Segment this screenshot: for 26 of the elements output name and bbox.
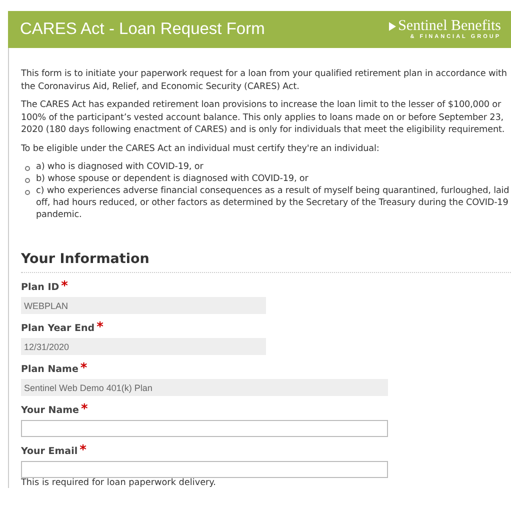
list-item: b) whose spouse or dependent is diagnosed with COVID-19, or xyxy=(36,173,308,185)
field-label: Your Email xyxy=(21,446,78,457)
paragraph: To be eligible under the CARES Act an individual must certify they're an individual: xyxy=(21,142,380,155)
bullet-icon xyxy=(25,166,30,171)
list-item: a) who is diagnosed with COVID-19, or xyxy=(36,161,204,173)
form-title: CARES Act - Loan Request Form xyxy=(20,20,265,39)
required-mark: * xyxy=(81,405,88,415)
paragraph: The CARES Act has expanded retirement loan provisions to increase the loan limit to the lesser of $100,000 or 100% of the participant’s vested account balance. This only applies to loans made on or before September 23, 2020 (180 days following enactment of CARES) and is only for individuals that meet the eligibility requirement. xyxy=(21,99,506,136)
section-heading: Your Information xyxy=(21,251,511,273)
bullet-icon xyxy=(25,178,30,183)
field-label: Plan ID xyxy=(21,282,60,293)
required-mark: * xyxy=(80,446,86,456)
input-field[interactable] xyxy=(21,461,388,478)
paragraph: This form is to initiate your paperwork request for a loan from your qualified retirement plan in accordance with the Coronavirus Aid, Relief, and Economic Security (CARES) Act. xyxy=(21,68,508,93)
field-label: Plan Year End xyxy=(21,323,95,334)
required-mark: * xyxy=(80,364,88,374)
list-item: c) who experiences adverse financial consequences as a result of myself being quarantined, furloughed, laid off, had hours reduced, or other factors as determined by the Secretary of the Treasury during the COVID-19 pandemic. xyxy=(36,185,510,221)
bullet-icon xyxy=(25,190,30,195)
required-mark: * xyxy=(61,282,68,292)
field-label: Plan Name xyxy=(21,364,78,375)
logo-name: Sentinel Benefits xyxy=(398,18,501,34)
required-mark: * xyxy=(96,323,104,333)
input-field[interactable] xyxy=(21,420,388,437)
field-label: Your Name xyxy=(21,405,79,416)
field-note: This is required for loan paperwork delivery. xyxy=(21,478,217,488)
triangle-icon xyxy=(389,22,396,30)
